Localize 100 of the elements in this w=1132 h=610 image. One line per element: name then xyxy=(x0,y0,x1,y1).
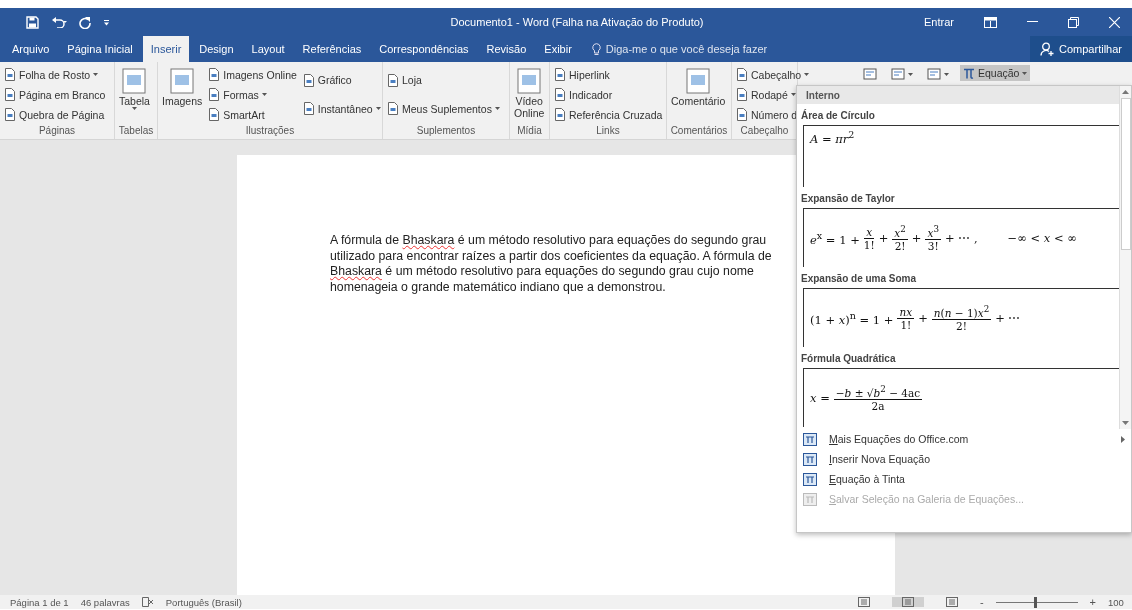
document-icon xyxy=(515,67,544,95)
page-view-icon xyxy=(945,597,958,607)
ribbon-tab[interactable]: Correspondências xyxy=(371,36,477,62)
scroll-down-icon[interactable] xyxy=(1122,421,1129,425)
scrollbar[interactable] xyxy=(1119,86,1131,429)
ribbon-tab[interactable]: Referências xyxy=(294,36,370,62)
toolbar-button[interactable] xyxy=(924,65,952,83)
document-icon xyxy=(554,108,566,121)
document-icon xyxy=(387,102,399,116)
share-button[interactable]: Compartilhar xyxy=(1030,36,1132,62)
group-label: Ilustrações xyxy=(244,125,296,138)
document-icon xyxy=(554,68,566,81)
close-icon[interactable] xyxy=(1109,16,1120,28)
ribbon-button[interactable]: Gráfico xyxy=(302,71,381,89)
menu-item[interactable]: Mais Equações do Office.com xyxy=(797,429,1131,449)
document-icon xyxy=(208,68,221,81)
ribbon-button[interactable]: Tabela xyxy=(119,65,150,125)
document-icon xyxy=(302,73,315,87)
language[interactable]: Português (Brasil) xyxy=(165,596,242,608)
ribbon-button[interactable]: Comentário xyxy=(671,65,726,125)
ribbon-tab[interactable]: Layout xyxy=(243,36,293,62)
document-icon xyxy=(387,73,399,87)
ribbon-button[interactable]: Imagens Online xyxy=(208,66,297,83)
caret-icon xyxy=(375,107,381,111)
ribbon-tab[interactable]: Revisão xyxy=(478,36,535,62)
group-label: Cabeçalho xyxy=(739,125,790,138)
zoom-level[interactable]: 100 xyxy=(1108,596,1132,608)
equation-icon xyxy=(803,492,817,506)
caret-icon xyxy=(93,73,99,76)
ribbon-button[interactable]: Quebra de Página xyxy=(4,106,106,123)
document-icon xyxy=(554,88,566,101)
sign-in-link[interactable]: Entrar xyxy=(924,16,954,28)
caret-icon xyxy=(494,107,500,111)
equation-icon xyxy=(803,472,817,486)
toolbar-button[interactable]: Equação xyxy=(960,65,1031,81)
equation-title: Área de Círculo xyxy=(800,108,876,123)
group-label: Mídia xyxy=(516,125,543,138)
ribbon-button[interactable]: Folha de Rosto xyxy=(4,66,106,83)
document-parts-icon xyxy=(891,67,905,81)
ribbon-button[interactable]: Cabeçalho xyxy=(736,66,810,83)
customize-caret-icon[interactable] xyxy=(103,18,110,26)
document-icon xyxy=(4,68,16,81)
submenu-arrow-icon xyxy=(1121,435,1125,443)
document-icon xyxy=(168,67,197,95)
equation-icon xyxy=(803,432,817,446)
document-icon xyxy=(684,67,713,95)
page-count[interactable]: Página 1 de 1 xyxy=(10,596,69,608)
restore-icon[interactable] xyxy=(1068,16,1079,28)
ribbon-display-icon[interactable] xyxy=(984,16,997,28)
pi-icon xyxy=(963,67,975,79)
zoom-in-button[interactable]: + xyxy=(1089,596,1096,608)
window-title: Documento1 - Word (Falha na Ativação do Produto) xyxy=(450,16,704,28)
caret-icon xyxy=(908,72,913,76)
toolbar-button[interactable] xyxy=(860,65,880,83)
menu-item[interactable]: Inserir Nova Equação xyxy=(797,449,1131,469)
person-add-icon xyxy=(1040,42,1055,56)
ribbon-button[interactable]: Formas xyxy=(208,86,297,103)
ribbon-button[interactable]: Meus Suplementos xyxy=(387,100,500,118)
menu-item[interactable]: Equação à Tinta xyxy=(797,469,1131,489)
ribbon-button[interactable]: Hiperlink xyxy=(554,66,663,83)
ribbon-button[interactable]: Referência Cruzada xyxy=(554,106,663,123)
zoom-out-button[interactable]: - xyxy=(979,596,984,608)
document-icon xyxy=(736,88,748,101)
equation-icon xyxy=(803,452,817,466)
document-icon xyxy=(4,88,16,101)
ribbon-button[interactable]: Loja xyxy=(387,71,500,89)
group-label: Tabelas xyxy=(117,125,155,138)
ribbon-button[interactable]: Página em Branco xyxy=(4,86,106,103)
ribbon-button[interactable]: Vídeo Online xyxy=(514,65,545,125)
ribbon-tab[interactable]: Exibir xyxy=(536,36,580,62)
minimize-icon[interactable] xyxy=(1027,21,1038,23)
group-label: Páginas xyxy=(37,125,77,138)
ribbon-tab[interactable]: Página Inicial xyxy=(59,36,141,62)
ribbon-button[interactable]: Indicador xyxy=(554,86,663,103)
save-icon[interactable] xyxy=(26,15,39,29)
ribbon-button[interactable]: Instantâneo xyxy=(302,100,381,118)
ribbon-button[interactable]: Imagens xyxy=(162,65,203,125)
document-icon xyxy=(208,88,221,101)
word-count[interactable]: 46 palavras xyxy=(80,596,130,608)
caret-icon xyxy=(944,72,949,76)
document-icon xyxy=(736,108,748,121)
equation-title: Expansão de uma Soma xyxy=(800,272,918,286)
lightbulb-icon xyxy=(591,42,601,56)
tell-me-field[interactable]: Diga-me o que você deseja fazer xyxy=(605,43,786,55)
ribbon-tab[interactable]: Design xyxy=(191,36,242,62)
ribbon-tab[interactable]: Inserir xyxy=(142,36,190,62)
page-view-icon xyxy=(901,597,914,607)
ribbon-tab[interactable]: Arquivo xyxy=(4,36,58,62)
undo-icon[interactable] xyxy=(51,16,67,28)
ribbon-button[interactable]: SmartArt xyxy=(208,106,297,123)
caret-icon xyxy=(790,93,796,96)
proofing-icon[interactable] xyxy=(141,597,154,607)
group-label: Links xyxy=(595,125,621,138)
view-button[interactable] xyxy=(891,597,924,607)
redo-icon[interactable] xyxy=(79,15,91,29)
scroll-up-icon[interactable] xyxy=(1122,90,1129,94)
toolbar-button[interactable] xyxy=(888,65,916,83)
group-label: Comentários xyxy=(669,125,729,138)
document-icon xyxy=(4,108,16,121)
document-paragraph: A fórmula de Bhaskara é um método resolutivo para equações do segundo grau utilizado para encontrar raízes a partir dos coeficientes da equação. A fórmula de Bhaskara é um método resolutivo para equações do segundo grau cujo nome homenageia o grande matemático indiano que a demonstrou. xyxy=(330,233,773,295)
